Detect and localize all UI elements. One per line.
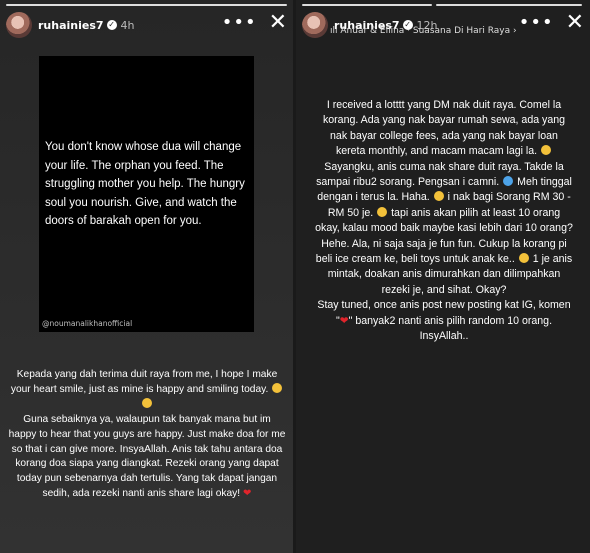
heart-icon: ❤ [339,314,349,327]
music-title: Anuar & Ellina · Suasana Di Hari Raya [340,26,511,36]
more-options-icon[interactable]: ••• [222,14,257,32]
caption-text: " banyak2 nanti anis pilih random 10 ora… [348,314,553,343]
quote-card: You don't know whose dua will change you… [39,56,254,332]
caption-text: Guna sebaiknya ya, walaupun tak banyak m… [8,413,286,500]
verified-badge-icon: ✓ [106,20,117,30]
crying-emoji-icon [503,176,514,187]
grinning-emoji-icon [142,397,152,408]
music-label[interactable]: ıll Anuar & Ellina · Suasana Di Hari Ray… [330,26,517,36]
story-controls: ••• ✕ [222,12,287,34]
story-header: ruhainies7 ✓ 4h [6,10,135,40]
username[interactable]: ruhainies7 [38,19,104,32]
chevron-right-icon: › [513,26,517,36]
story-progress-bar-2 [436,4,582,6]
right-caption: I received a lotttt yang DM nak duit ray… [315,98,573,345]
avatar[interactable] [302,12,328,38]
smiling-emoji-icon [518,253,529,264]
caption-text: Kepada yang dah terima duit raya from me… [10,369,278,395]
grinning-emoji-icon [272,382,283,393]
left-caption: Kepada yang dah terima duit raya from me… [8,368,286,502]
close-icon[interactable]: ✕ [269,12,287,34]
heart-icon: ❤ [242,488,252,500]
smiling-emoji-icon [377,206,388,217]
story-progress-bar-1 [302,4,432,6]
quote-text: You don't know whose dua will change you… [45,141,245,227]
quote-handle: @noumanalikhanofficial [42,319,133,328]
more-options-icon[interactable]: ••• [519,14,554,32]
post-time: 4h [120,18,135,32]
screenshot: ruhainies7 ✓ 4h ••• ✕ You don't know who… [0,0,590,553]
close-icon[interactable]: ✕ [566,12,584,34]
left-story-panel[interactable]: ruhainies7 ✓ 4h ••• ✕ You don't know who… [0,0,293,553]
laughing-emoji-icon [433,191,444,202]
story-progress-bar [6,4,287,6]
laughing-emoji-icon [541,145,552,156]
music-bars-icon: ıll [330,26,341,36]
caption-text: I received a lotttt yang DM nak duit ray… [322,99,566,158]
avatar[interactable] [6,12,32,38]
story-controls: ••• ✕ [519,12,584,34]
